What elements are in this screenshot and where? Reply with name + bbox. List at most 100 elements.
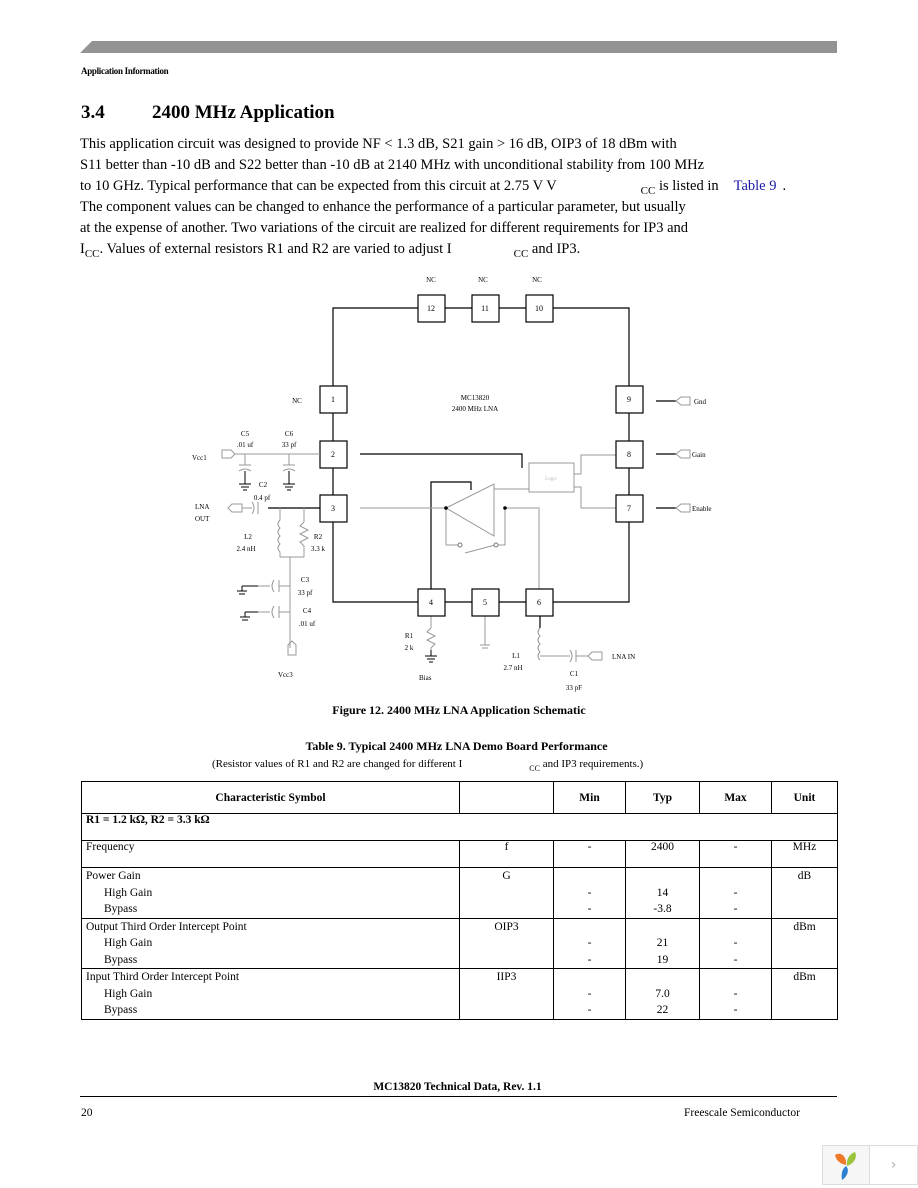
paragraph-line: S11 better than -10 dB and S22 better th…	[80, 155, 840, 176]
pin-11-label: 11	[481, 304, 489, 313]
characteristic-cell: Output Third Order Intercept Point High G…	[81, 917, 460, 969]
text: to 10 GHz. Typical performance that can …	[80, 178, 557, 194]
text: is listed in	[655, 178, 719, 194]
typ-cell: 21 19	[625, 917, 700, 969]
text: and IP3.	[528, 241, 581, 257]
header-bar	[80, 41, 837, 53]
symbol-cell: G	[459, 867, 554, 919]
min-value: -	[587, 1004, 592, 1016]
text: S11 better than -10 dB and S22 better th…	[80, 157, 705, 173]
symbol-cell: OIP3	[459, 917, 554, 969]
max-cell: --	[699, 917, 772, 969]
paragraph-line: This application circuit was designed to…	[80, 134, 840, 155]
text: .	[782, 178, 787, 194]
min-value: -	[587, 953, 592, 966]
running-header: Application Information	[81, 66, 169, 76]
chip-description: 2400 MHz LNA	[452, 405, 498, 413]
pin-2-label: 2	[331, 450, 335, 459]
enable-port-label: Enable	[692, 505, 711, 513]
pin-8-label: 8	[627, 450, 631, 459]
max-value: -	[733, 886, 738, 899]
lna-out-label: LNA	[195, 503, 209, 511]
max-cell: -	[699, 840, 772, 868]
sub-condition: High Gain	[104, 987, 153, 1000]
viewer-widget: ›	[822, 1145, 918, 1185]
lna-schematic: 1 2 3 4 5 6 7 8 9 10 11 12 NC NC NC NC M…	[192, 276, 711, 692]
unit-cell: dB	[771, 867, 838, 919]
unit-cell: dBm	[771, 917, 838, 969]
table-row: Input Third Order Intercept Point High Ga…	[81, 968, 838, 1020]
junction-dot	[444, 506, 448, 510]
nc-label: NC	[532, 276, 542, 284]
bias-label: Bias	[419, 674, 432, 682]
section-title: 2400 MHz Application	[152, 102, 335, 123]
pin-4-label: 4	[429, 598, 433, 607]
c2-name: C2	[259, 481, 268, 489]
c4-name: C4	[303, 607, 312, 615]
switch-contact	[457, 542, 463, 548]
l2-value: 2.4 nH	[236, 545, 255, 553]
col-header	[459, 781, 554, 814]
symbol-cell: f	[459, 840, 554, 868]
min-value: -	[587, 987, 592, 1000]
table-9-link[interactable]: Table 9	[734, 178, 777, 194]
c3-name: C3	[301, 576, 310, 584]
r2-value: 3.3 k	[311, 545, 326, 553]
c5-value: .01 uf	[237, 441, 254, 449]
symbol-cell: IIP3	[459, 968, 554, 1020]
r1-resistor	[425, 627, 437, 650]
paragraph-line: to 10 GHz. Typical performance that can …	[80, 176, 840, 197]
c6-value: 33 pf	[282, 441, 297, 449]
junction-dot	[503, 506, 507, 510]
rf-path	[505, 507, 540, 589]
subscript: CC	[513, 248, 529, 260]
min-value: -	[587, 903, 592, 915]
section-number: 3.4	[81, 102, 105, 123]
characteristic-cell: Input Third Order Intercept Point High Ga…	[81, 968, 460, 1020]
typ-cell: 2400	[625, 840, 700, 868]
lna-in-label: LNA IN	[612, 653, 635, 661]
table-body: R1 = 1.2 kΩ, R2 = 3.3 kΩ Frequency f -2400…	[81, 813, 838, 1020]
text: The component values can be changed to e…	[80, 199, 686, 215]
pin-3-label: 3	[331, 504, 335, 513]
characteristic-name: Power Gain	[86, 870, 141, 882]
paragraph-line: at the expense of another. Two variation…	[80, 218, 840, 239]
col-header: Typ	[625, 781, 700, 814]
table-subtitle: (Resistor values of R1 and R2 are change…	[212, 758, 643, 773]
text: and IP3 requirements.)	[539, 758, 644, 770]
col-header: Max	[699, 781, 772, 814]
max-value: -	[733, 953, 738, 966]
min-cell: --	[553, 917, 626, 969]
text: (Resistor values of R1 and R2 are change…	[212, 758, 463, 770]
text: at the expense of another. Two variation…	[80, 220, 689, 236]
pin-6-label: 6	[537, 598, 541, 607]
input-network	[537, 627, 588, 663]
sub-condition: Bypass	[104, 953, 138, 966]
text: . Values of external resistors R1 and R2…	[99, 241, 452, 257]
app-logo-icon[interactable]	[823, 1146, 870, 1184]
table-header-row: Characteristic Symbol Min Typ Max Unit	[81, 781, 838, 814]
characteristic-name: Output Third Order Intercept Point	[86, 920, 247, 933]
nc-label: NC	[292, 397, 302, 405]
chevron-right-icon[interactable]: ›	[870, 1146, 917, 1184]
l1-value: 2.7 nH	[503, 664, 522, 672]
characteristic-cell: Frequency	[81, 840, 460, 868]
pin-5-label: 5	[483, 598, 487, 607]
sub-condition: Bypass	[104, 1004, 138, 1016]
switch-contact	[493, 542, 499, 548]
typ-cell: 14 -3.8	[625, 867, 700, 919]
max-value: -	[733, 987, 738, 1000]
text: This application circuit was designed to…	[80, 136, 677, 152]
min-cell: --	[553, 968, 626, 1020]
typ-value: 22	[656, 1004, 669, 1016]
vcc1-network	[235, 453, 320, 472]
table-title: Table 9. Typical 2400 MHz LNA Demo Board…	[305, 739, 608, 753]
vcc1-port-label: Vcc1	[192, 454, 207, 462]
c4-value: .01 uf	[299, 620, 316, 628]
min-cell: --	[553, 867, 626, 919]
